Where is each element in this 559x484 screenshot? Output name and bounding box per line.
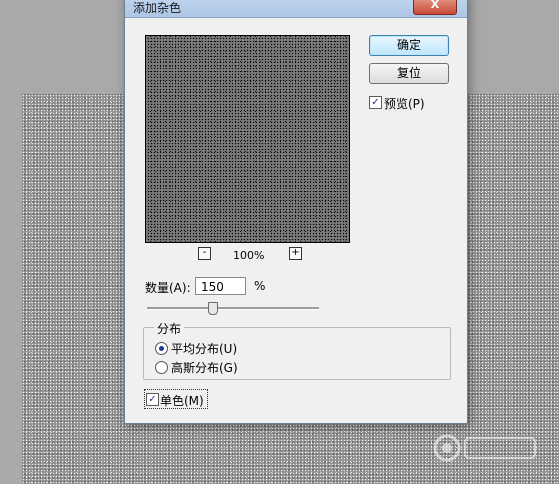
close-button[interactable]: X	[413, 0, 457, 15]
uniform-radio[interactable]	[155, 342, 168, 355]
distribution-title: 分布	[154, 320, 185, 337]
reset-button[interactable]: 复位	[369, 63, 449, 84]
zoom-out-button[interactable]: -	[198, 247, 211, 260]
filter-preview[interactable]	[145, 35, 350, 243]
check-icon: ✓	[371, 97, 380, 108]
uniform-label: 平均分布(U)	[171, 342, 238, 356]
distribution-group: 分布 平均分布(U) 高斯分布(G)	[143, 320, 451, 380]
amount-input[interactable]: 150	[195, 277, 246, 295]
ok-button[interactable]: 确定	[369, 35, 449, 56]
zoom-in-button[interactable]: +	[289, 247, 302, 260]
add-noise-dialog: 添加杂色 X - 100% + 确定 复位 ✓ 预览(P) 数量(A): 150…	[124, 0, 468, 424]
amount-unit: %	[254, 279, 266, 293]
watermark-logo	[433, 434, 536, 462]
close-icon: X	[430, 0, 440, 11]
amount-slider-thumb[interactable]	[208, 302, 218, 315]
zoom-level: 100%	[233, 249, 265, 262]
radio-icon	[159, 346, 164, 351]
gaussian-label: 高斯分布(G)	[171, 361, 238, 375]
amount-slider-track[interactable]	[147, 307, 319, 310]
title-bar[interactable]: 添加杂色 X	[125, 0, 467, 18]
preview-label: 预览(P)	[384, 97, 425, 111]
monochrome-label: 单色(M)	[160, 394, 204, 408]
amount-label: 数量(A):	[145, 281, 191, 295]
dialog-title: 添加杂色	[133, 1, 182, 15]
gaussian-radio[interactable]	[155, 361, 168, 374]
preview-checkbox[interactable]: ✓	[369, 96, 382, 109]
